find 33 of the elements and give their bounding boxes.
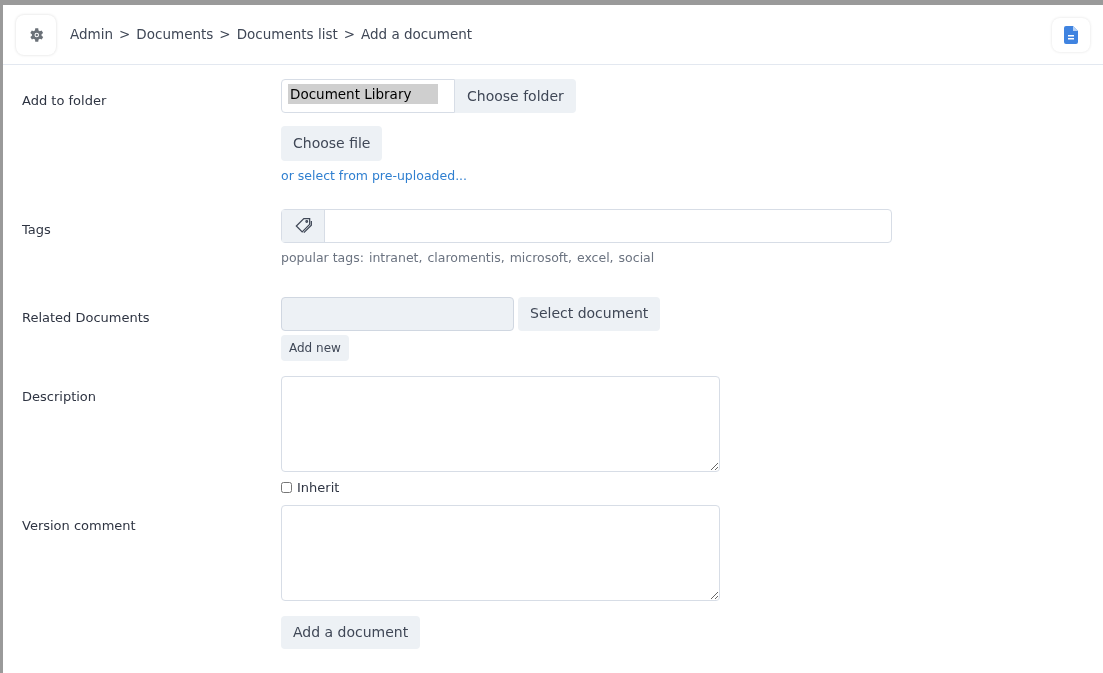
choose-file-button[interactable]: Choose file bbox=[281, 126, 383, 161]
popular-tag-link[interactable]: intranet, bbox=[368, 248, 423, 268]
field-label: Add to folder bbox=[22, 93, 107, 108]
breadcrumb-link[interactable]: Documents list bbox=[236, 24, 338, 45]
choose-folder-button[interactable]: Choose folder bbox=[455, 79, 576, 113]
breadcrumb-link[interactable]: Add a document bbox=[361, 24, 473, 45]
breadcrumb-separator: > bbox=[219, 25, 231, 45]
popular-tag-link[interactable]: social bbox=[618, 248, 655, 268]
tags-field[interactable] bbox=[281, 208, 892, 243]
breadcrumb-link[interactable]: Admin bbox=[70, 24, 114, 45]
field-label: Version comment bbox=[22, 518, 136, 533]
breadcrumb-link[interactable]: Documents bbox=[136, 24, 214, 45]
popular-tag-link[interactable]: excel, bbox=[576, 248, 614, 268]
field-label: Description bbox=[22, 388, 97, 404]
add-new-button[interactable]: Add new bbox=[281, 334, 349, 361]
tag-icon bbox=[293, 215, 313, 236]
add-document-button[interactable]: Add a document bbox=[281, 616, 421, 649]
field-label: Related Documents bbox=[22, 309, 150, 325]
version-comment-field[interactable] bbox=[281, 505, 720, 601]
folder-field[interactable]: Document Library bbox=[281, 79, 455, 113]
select-document-button[interactable]: Select document bbox=[518, 296, 661, 331]
inherit-checkbox[interactable] bbox=[281, 481, 292, 493]
related-document-field[interactable] bbox=[281, 296, 514, 331]
popular-tag-link[interactable]: claromentis, bbox=[427, 248, 505, 268]
field-label: Tags bbox=[22, 221, 51, 237]
popular-tag-link[interactable]: microsoft, bbox=[509, 248, 572, 268]
description-field[interactable] bbox=[281, 375, 720, 472]
selected-folder-text: Document Library bbox=[288, 84, 438, 105]
popular-tags-label: popular tags: bbox=[281, 248, 364, 267]
pre-uploaded-link[interactable]: or select from pre-uploaded... bbox=[281, 167, 468, 186]
breadcrumb-separator: > bbox=[119, 25, 131, 45]
inherit-label: Inherit bbox=[297, 478, 340, 497]
breadcrumb-separator: > bbox=[343, 25, 356, 45]
